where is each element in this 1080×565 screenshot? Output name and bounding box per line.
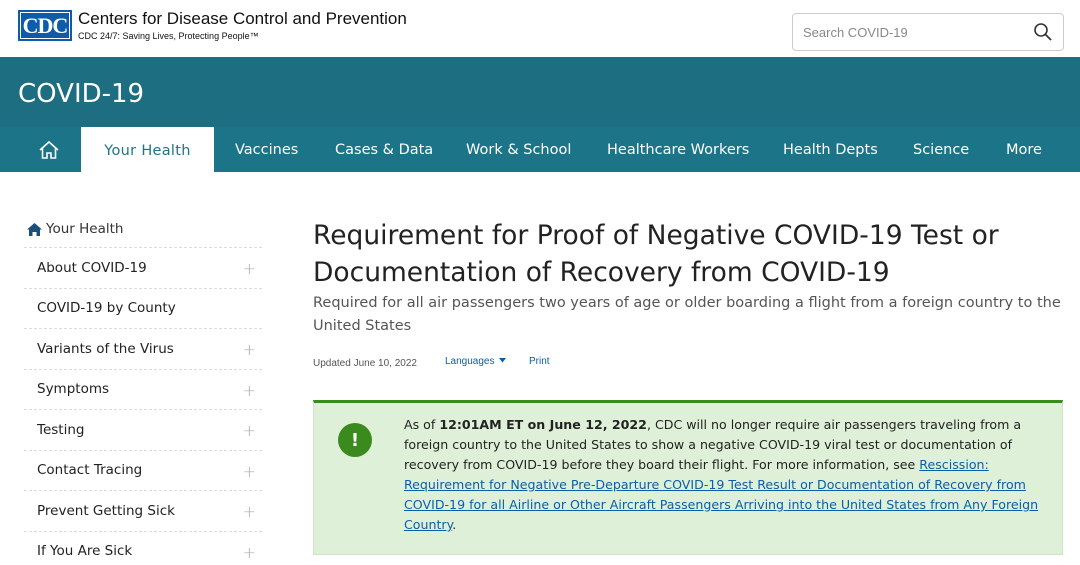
nav-more[interactable]: More <box>1006 127 1042 172</box>
nav-label: Your Health <box>104 143 191 159</box>
alert-prefix: As of <box>404 417 440 432</box>
nav-healthcare-workers[interactable]: Healthcare Workers <box>607 127 749 172</box>
alert-date: 12:01AM ET on June 12, 2022 <box>439 417 647 432</box>
sidebar-item-testing[interactable]: Testing + <box>24 409 262 450</box>
sidebar-item-label: COVID-19 by County <box>37 300 176 317</box>
sidebar-item-about-covid[interactable]: About COVID-19 + <box>24 247 262 288</box>
search-box <box>792 13 1064 51</box>
sidebar-item-label: Symptoms <box>37 381 110 398</box>
sidebar-item-label: Testing <box>37 421 85 438</box>
nav-cases-data[interactable]: Cases & Data <box>335 127 433 172</box>
sidebar-item-label: Prevent Getting Sick <box>37 502 175 519</box>
nav-work-school[interactable]: Work & School <box>466 127 571 172</box>
languages-label: Languages <box>445 356 495 367</box>
org-tagline: CDC 24/7: Saving Lives, Protecting Peopl… <box>78 31 259 41</box>
caret-down-icon <box>499 358 507 363</box>
languages-dropdown[interactable]: Languages <box>445 356 507 367</box>
search-input[interactable] <box>803 22 1023 42</box>
search-icon[interactable] <box>1033 22 1053 42</box>
expand-plus-icon[interactable]: + <box>243 502 256 521</box>
exclamation-icon: ! <box>338 423 372 457</box>
expand-plus-icon[interactable]: + <box>243 259 256 278</box>
nav-health-depts[interactable]: Health Depts <box>783 127 878 172</box>
nav-vaccines[interactable]: Vaccines <box>235 127 298 172</box>
sidebar-item-prevent-getting-sick[interactable]: Prevent Getting Sick + <box>24 490 262 531</box>
print-link[interactable]: Print <box>529 356 550 367</box>
top-header: CDC Centers for Disease Control and Prev… <box>0 0 1080 57</box>
alert-text: As of 12:01AM ET on June 12, 2022, CDC w… <box>404 415 1044 535</box>
sidebar-item-if-you-are-sick[interactable]: If You Are Sick + <box>24 530 262 565</box>
org-name[interactable]: Centers for Disease Control and Preventi… <box>78 9 407 29</box>
site-banner: COVID-19 <box>0 57 1080 127</box>
nav-home[interactable] <box>36 127 62 172</box>
site-title[interactable]: COVID-19 <box>18 79 144 109</box>
expand-plus-icon[interactable]: + <box>243 381 256 400</box>
sidebar-item-covid-by-county[interactable]: COVID-19 by County <box>24 287 262 329</box>
main-nav: Your Health Vaccines Cases & Data Work &… <box>0 127 1080 172</box>
updated-date: Updated June 10, 2022 <box>313 357 417 369</box>
alert-suffix: . <box>452 517 457 532</box>
sidebar-item-variants[interactable]: Variants of the Virus + <box>24 328 262 369</box>
page-subtitle: Required for all air passengers two year… <box>313 295 1061 334</box>
sidebar-item-label: Variants of the Virus <box>37 340 174 357</box>
sidebar-item-symptoms[interactable]: Symptoms + <box>24 368 262 410</box>
sidebar-heading-label: Your Health <box>46 221 124 237</box>
cdc-logo[interactable]: CDC <box>18 10 72 41</box>
nav-science[interactable]: Science <box>913 127 969 172</box>
sidebar-item-label: About COVID-19 <box>37 259 147 276</box>
cdc-logo-text: CDC <box>20 12 70 39</box>
expand-plus-icon[interactable]: + <box>243 421 256 440</box>
home-icon <box>39 140 59 159</box>
expand-plus-icon[interactable]: + <box>243 340 256 359</box>
expand-plus-icon[interactable]: + <box>243 462 256 481</box>
page-title: Requirement for Proof of Negative COVID-… <box>313 220 999 288</box>
sidebar-item-label: If You Are Sick <box>37 543 133 560</box>
sidebar-item-label: Contact Tracing <box>37 462 143 479</box>
home-icon <box>27 222 42 236</box>
sidebar-item-contact-tracing[interactable]: Contact Tracing + <box>24 449 262 491</box>
alert-box: ! As of 12:01AM ET on June 12, 2022, CDC… <box>313 400 1063 555</box>
expand-plus-icon[interactable]: + <box>243 543 256 562</box>
nav-your-health[interactable]: Your Health <box>81 127 214 172</box>
sidebar-nav: About COVID-19 + COVID-19 by County Vari… <box>24 247 262 565</box>
sidebar-heading[interactable]: Your Health <box>27 220 123 238</box>
